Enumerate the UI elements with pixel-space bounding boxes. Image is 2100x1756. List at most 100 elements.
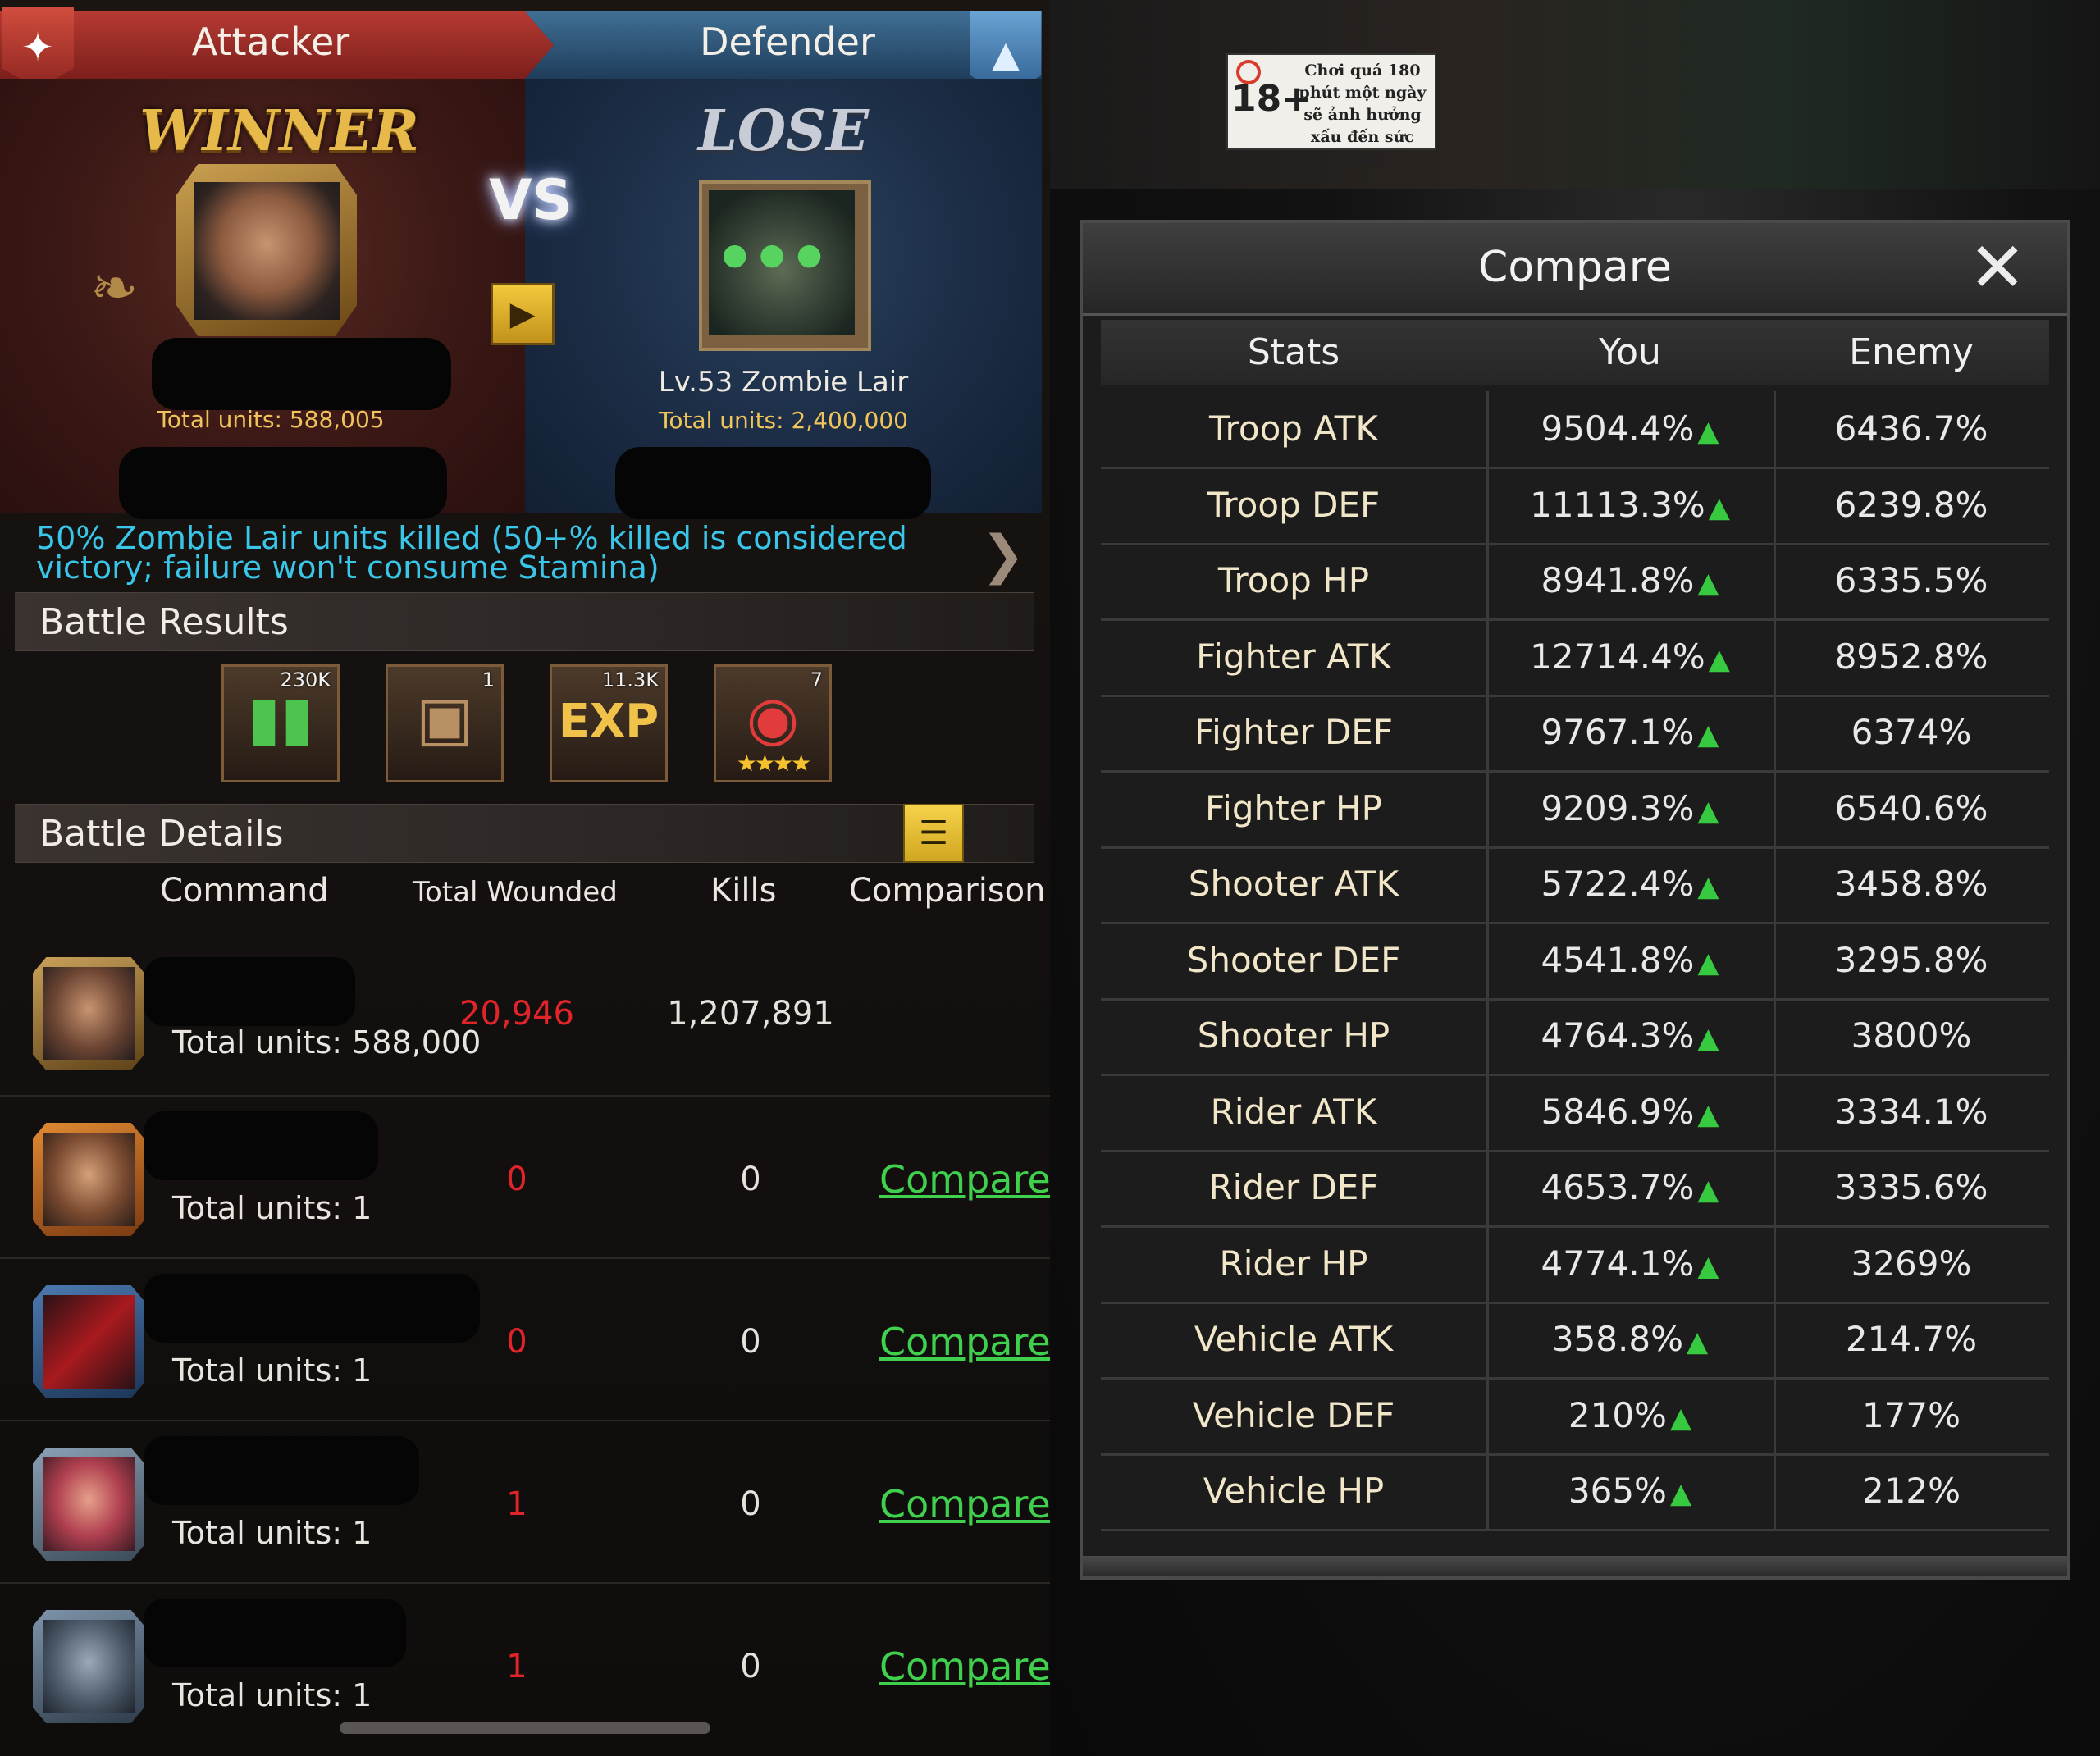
battle-details-header: Battle Details <box>15 804 1034 863</box>
arrow-up-icon: ▲ <box>1697 794 1719 828</box>
you-value: 8941.8% <box>1541 560 1695 600</box>
compare-link[interactable]: Compare <box>879 1157 1050 1202</box>
arrow-up-icon: ▲ <box>1697 567 1719 600</box>
arrow-up-icon: ▲ <box>1669 1477 1692 1510</box>
table-row: Troop ATK 9504.4% ▲ 6436.7% <box>1101 391 2049 469</box>
stat-name: Fighter ATK <box>1101 618 1489 695</box>
you-value: 4774.1% <box>1541 1243 1695 1284</box>
you-value-cell: 210% ▲ <box>1486 1377 1776 1453</box>
table-row: Total units: 1 0 0 Compare <box>0 1257 1050 1421</box>
reward-count: 230K <box>280 668 331 691</box>
row-kills: 0 <box>740 1323 761 1361</box>
table-row: Shooter DEF 4541.8% ▲ 3295.8% <box>1101 922 2049 1001</box>
you-value-cell: 8941.8% ▲ <box>1486 543 1776 618</box>
stat-name: Fighter DEF <box>1101 695 1489 770</box>
row-total-units: Total units: 1 <box>172 1677 372 1713</box>
defender-label: Defender <box>700 20 875 64</box>
scrollbar[interactable] <box>340 1722 710 1734</box>
reward-count: 1 <box>482 668 495 691</box>
arrow-up-icon: ▲ <box>1708 642 1730 676</box>
you-value: 5722.4% <box>1541 864 1695 904</box>
enemy-value: 6436.7% <box>1834 408 1988 449</box>
redacted-name <box>144 1274 480 1343</box>
enemy-value: 6374% <box>1851 712 1972 752</box>
row-kills: 0 <box>740 1648 761 1685</box>
avatar-image <box>43 1457 135 1551</box>
you-value: 11113.3% <box>1530 484 1705 525</box>
table-row: Vehicle HP 365% ▲ 212% <box>1101 1453 2049 1531</box>
attacker-label: Attacker <box>191 20 350 64</box>
redacted-info <box>615 447 931 519</box>
redacted-name <box>152 338 451 410</box>
stat-name: Rider ATK <box>1101 1074 1489 1150</box>
you-value: 4541.8% <box>1541 939 1695 980</box>
arrow-up-icon: ▲ <box>1697 1174 1719 1206</box>
enemy-value: 3458.8% <box>1834 864 1988 904</box>
you-value-cell: 9209.3% ▲ <box>1486 770 1776 846</box>
compare-dialog: Compare ✕ Stats You Enemy Troop ATK 9504.… <box>1080 220 2070 1580</box>
you-value-cell: 4541.8% ▲ <box>1486 922 1776 998</box>
stat-name: Vehicle ATK <box>1101 1302 1489 1377</box>
table-row: Rider ATK 5846.9% ▲ 3334.1% <box>1101 1074 2049 1152</box>
you-value-cell: 12714.4% ▲ <box>1486 618 1776 695</box>
you-value-cell: 5722.4% ▲ <box>1486 846 1776 922</box>
arrow-up-icon: ▲ <box>1697 1022 1719 1055</box>
reward-item[interactable]: ◉ ★★★★ 7 <box>714 664 832 782</box>
chevron-right-icon[interactable]: ❯ <box>981 525 1025 586</box>
header-enemy: Enemy <box>1849 331 1974 373</box>
table-row: Shooter HP 4764.3% ▲ 3800% <box>1101 998 2049 1076</box>
stat-name: Shooter DEF <box>1101 922 1489 998</box>
table-row: Fighter ATK 12714.4% ▲ 8952.8% <box>1101 618 2049 697</box>
compare-link[interactable]: Compare <box>879 1482 1050 1526</box>
compare-link[interactable]: Compare <box>879 1644 1050 1689</box>
reward-count: 7 <box>810 668 823 691</box>
blurred-background <box>1050 0 2100 189</box>
reward-item[interactable]: ▣ 1 <box>386 664 504 782</box>
redacted-info <box>119 447 447 519</box>
you-value: 12714.4% <box>1530 636 1705 677</box>
reward-item[interactable]: EXP 11.3K <box>550 664 668 782</box>
replay-button[interactable]: ▶ <box>491 283 555 345</box>
defender-total-units: Total units: 2,400,000 <box>659 407 908 434</box>
redacted-name <box>144 1599 406 1667</box>
redacted-name <box>144 1111 378 1180</box>
compare-screen: 18+ Chơi quá 180 phút một ngày sẽ ảnh hư… <box>1050 0 2100 1756</box>
table-row: Total units: 1 1 0 Compare <box>0 1420 1050 1584</box>
you-value-cell: 4764.3% ▲ <box>1486 998 1776 1074</box>
stat-name: Troop ATK <box>1101 391 1489 467</box>
reward-item[interactable]: ▮▮ 230K <box>221 664 340 782</box>
table-row: Rider DEF 4653.7% ▲ 3335.6% <box>1101 1150 2049 1228</box>
you-value-cell: 358.8% ▲ <box>1486 1302 1776 1377</box>
compare-link[interactable]: Compare <box>879 1320 1050 1364</box>
enemy-value: 6239.8% <box>1834 484 1988 525</box>
redacted-name <box>144 1436 419 1505</box>
you-value: 9209.3% <box>1541 787 1695 828</box>
you-value-cell: 4653.7% ▲ <box>1486 1150 1776 1225</box>
column-comparison: Comparison <box>849 872 1046 910</box>
list-icon[interactable]: ☰ <box>903 804 964 863</box>
enemy-value: 214.7% <box>1845 1319 1978 1359</box>
column-command: Command <box>160 872 329 910</box>
age-rating-badge: 18+ Chơi quá 180 phút một ngày sẽ ảnh hư… <box>1226 53 1436 168</box>
you-value: 358.8% <box>1551 1319 1683 1359</box>
row-total-wounded: 0 <box>506 1323 527 1361</box>
arrow-up-icon: ▲ <box>1697 946 1719 979</box>
enemy-value: 3334.1% <box>1834 1091 1988 1132</box>
column-kills: Kills <box>710 872 777 910</box>
enemy-value: 3269% <box>1851 1243 1972 1284</box>
arrow-up-icon: ▲ <box>1697 1249 1719 1283</box>
avatar-image <box>43 1133 135 1226</box>
close-icon[interactable]: ✕ <box>1952 227 2043 308</box>
attacker-total-units: Total units: 588,005 <box>157 406 385 433</box>
you-value-cell: 9504.4% ▲ <box>1486 391 1776 467</box>
fuel-barrels-icon: ▮▮ <box>247 683 314 754</box>
you-value: 9504.4% <box>1541 408 1695 449</box>
row-total-wounded: 20,946 <box>459 995 574 1033</box>
arrow-up-icon: ▲ <box>1687 1325 1709 1358</box>
avatar-image <box>43 1620 135 1713</box>
table-row: Rider HP 4774.1% ▲ 3269% <box>1101 1225 2049 1304</box>
header-you: You <box>1599 331 1661 373</box>
row-total-units: Total units: 588,000 <box>172 1024 482 1060</box>
exp-icon: EXP <box>558 695 660 748</box>
you-value-cell: 9767.1% ▲ <box>1486 695 1776 770</box>
